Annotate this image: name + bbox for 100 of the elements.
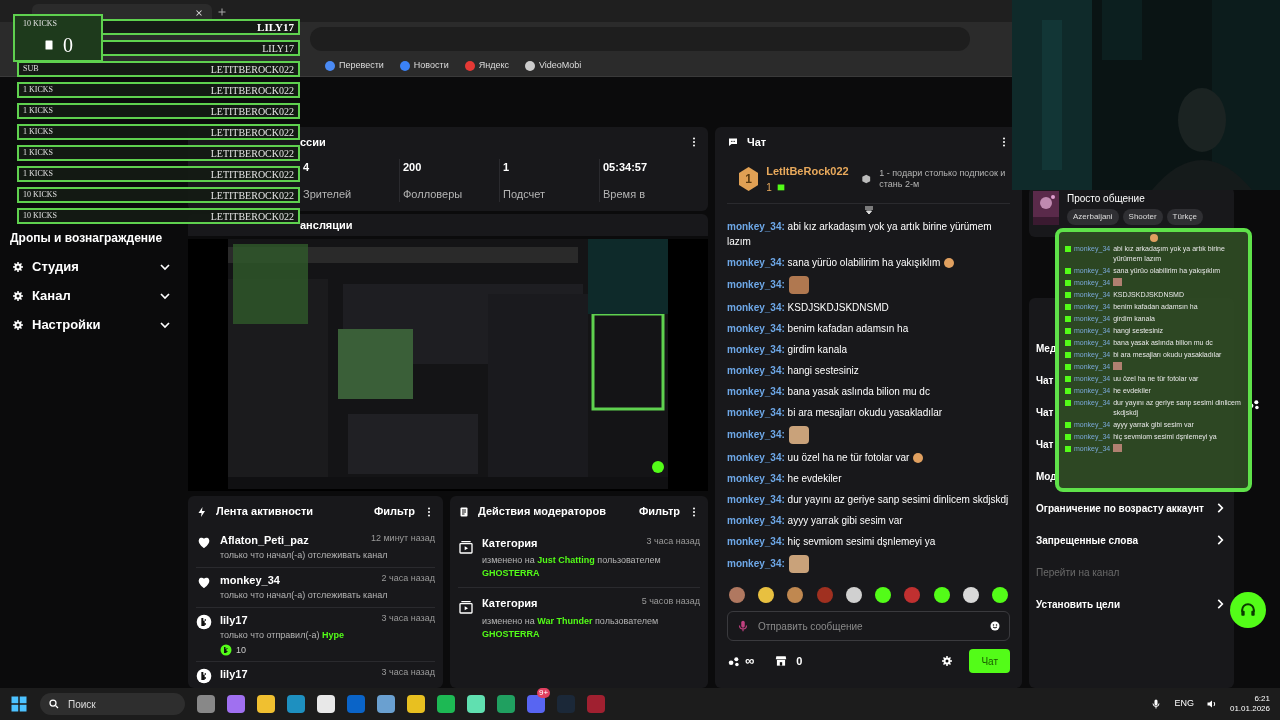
emote-icon <box>1113 444 1123 452</box>
chat-message: monkey_34: <box>727 426 1010 444</box>
bookmark[interactable]: VideoMobi <box>524 58 582 73</box>
tag[interactable]: Azerbaijani <box>1067 209 1119 225</box>
taskbar-app-icon[interactable] <box>377 695 395 713</box>
username: lily17 <box>220 667 248 682</box>
alert-name: LETITBEROCK022 <box>210 167 294 182</box>
taskbar-app-icon[interactable] <box>257 695 275 713</box>
emote-icon[interactable] <box>845 587 862 603</box>
alert-name: LETITBEROCK022 <box>210 125 294 140</box>
emote-icon[interactable] <box>991 587 1008 603</box>
send-button[interactable]: Чат <box>969 649 1010 673</box>
settings-item[interactable]: Ограничение по возрасту аккаунт <box>1036 498 1227 518</box>
tag[interactable]: Türkçe <box>1166 209 1204 225</box>
emoji-icon[interactable] <box>989 620 1001 632</box>
emote-icon[interactable] <box>787 587 804 603</box>
alert-label: SUB <box>23 63 39 75</box>
taskbar-app-icon[interactable] <box>437 695 455 713</box>
filter-button[interactable]: Фильтр <box>638 503 680 520</box>
emote-icon[interactable] <box>962 587 979 603</box>
emote-icon[interactable] <box>933 587 950 603</box>
settings-icon[interactable] <box>941 655 954 667</box>
bookmark[interactable]: Яндекс <box>464 58 509 73</box>
collapse-icon[interactable] <box>862 205 875 217</box>
taskbar-app-icon[interactable] <box>287 695 305 713</box>
counter-value: 0 <box>63 33 73 58</box>
tag[interactable]: Shooter <box>1122 209 1163 225</box>
gear-icon <box>12 319 24 331</box>
store-icon[interactable] <box>774 654 789 668</box>
search-field[interactable]: Поиск <box>40 693 185 715</box>
sidebar-item[interactable]: Канал <box>12 285 173 307</box>
alert-name: LETITBEROCK022 <box>210 188 294 203</box>
taskbar-app-icon[interactable] <box>317 695 335 713</box>
bookmark[interactable]: Перевести <box>325 58 384 73</box>
settings-item: Перейти на канал <box>1036 565 1121 580</box>
clock[interactable]: 6:21 01.01.2026 <box>1229 694 1270 714</box>
store-count: 0 <box>796 653 804 669</box>
alert-label: 10 KICKS <box>23 189 57 201</box>
gifter-hint: 1 - подари столько подписок и стань 2-м <box>879 168 1007 190</box>
message-field[interactable]: Отправить сообщение <box>727 611 1010 641</box>
chat-message: monkey_34: uu özel ha ne tür fotolar var <box>727 450 1010 465</box>
notification-badge: 9+ <box>537 688 551 698</box>
gift-icon <box>775 182 786 193</box>
message-input[interactable]: Отправить сообщение <box>758 618 981 634</box>
alert-label: 1 KICKS <box>23 168 53 180</box>
username: LetItBeRock022 <box>766 164 849 180</box>
timestamp: 12 минут назад <box>370 531 435 545</box>
panel-title: ансляции <box>300 217 353 233</box>
panel-title: Действия модераторов <box>478 504 608 520</box>
action-text: изменено на Just Chatting пользователем GHOSTERRA <box>482 554 662 580</box>
settings-item[interactable]: Установить цели <box>1036 594 1227 614</box>
panel-title: ссии <box>300 134 326 150</box>
rank-badge: 1 <box>739 167 759 191</box>
activity-text: только что отправил(-а) Hype <box>220 629 345 642</box>
action-title: Категория <box>482 535 538 551</box>
kick-coin-icon <box>220 644 232 657</box>
bookmark[interactable]: Новости <box>399 58 449 73</box>
alert-name: LETITBEROCK022 <box>210 62 294 77</box>
document-icon <box>458 505 470 518</box>
alert-name: LILY17 <box>257 19 294 35</box>
chat-message: monkey_34: hangi sestesiniz <box>727 364 860 378</box>
kick-badge-icon <box>1065 246 1071 252</box>
emote-icon <box>1113 362 1123 370</box>
chat-message: monkey_34: he evdekiler <box>727 472 843 486</box>
language-indicator[interactable]: ENG <box>1174 697 1194 711</box>
stat-label: Фолловеры <box>403 186 464 202</box>
taskbar-app-icon[interactable] <box>527 695 545 713</box>
stat-label: Время в <box>603 186 646 202</box>
chat-message: monkey_34: dur yayını az geriye sanp sesimi dinlicem skdjskdj <box>727 493 1010 507</box>
windows-icon[interactable] <box>10 695 28 713</box>
kick-coin-icon <box>196 613 212 630</box>
timestamp: 3 часа назад <box>646 534 700 548</box>
alert-name: LETITBEROCK022 <box>210 83 294 98</box>
alert-label: 1 KICKS <box>23 147 53 159</box>
username: lily17 <box>220 612 248 628</box>
taskbar-app-icon[interactable] <box>407 695 425 713</box>
close-icon[interactable] <box>194 8 204 18</box>
settings-item[interactable]: Запрещенные слова <box>1036 530 1227 550</box>
taskbar-app-icon[interactable] <box>497 695 515 713</box>
points-icon <box>727 654 741 668</box>
sidebar-item[interactable]: Настройки <box>12 314 173 336</box>
taskbar-app-icon[interactable] <box>467 695 485 713</box>
chat-message: monkey_34: girdim kanala <box>727 343 849 357</box>
sidebar-item[interactable]: Дропы и вознаграждение <box>10 227 175 249</box>
stat-value: 05:34:57 <box>603 160 649 175</box>
taskbar-app-icon[interactable] <box>227 695 245 713</box>
emote-icon[interactable] <box>758 587 775 603</box>
taskbar-app-icon[interactable] <box>197 695 215 713</box>
support-button[interactable] <box>1230 592 1266 628</box>
activity-text: только что начал(-а) отслеживать канал <box>220 589 389 602</box>
panel-title: Лента активности <box>216 504 315 520</box>
search-icon <box>48 698 60 710</box>
volume-icon[interactable] <box>1205 698 1218 710</box>
filter-button[interactable]: Фильтр <box>373 503 415 520</box>
sidebar-item[interactable]: Студия <box>12 256 173 278</box>
kick-coin-icon <box>196 668 212 684</box>
new-tab-icon[interactable] <box>216 6 228 18</box>
emote-icon[interactable] <box>875 587 892 603</box>
chat-icon <box>727 136 739 148</box>
gear-icon <box>12 290 24 302</box>
